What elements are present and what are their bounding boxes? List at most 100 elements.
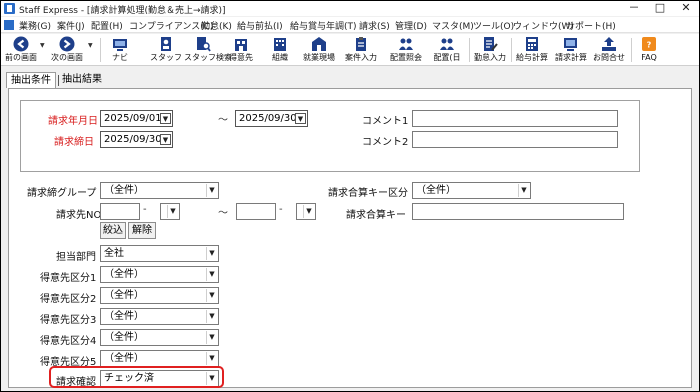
merge-key-class-value: （全件） <box>416 185 456 196</box>
customer-class4-value: （全件） <box>104 332 144 343</box>
billing-calc-label: 請求計算 <box>555 53 587 62</box>
chevron-down-icon[interactable]: ▼ <box>160 134 171 145</box>
forward-dropdown-icon[interactable]: ▼ <box>88 42 93 49</box>
menu-window[interactable]: ウィンドウ(W) <box>513 19 574 32</box>
menu-seikyu[interactable]: 請求(S) <box>359 19 390 32</box>
billing-close-date-picker[interactable]: 2025/09/30 ▼ <box>100 131 173 148</box>
comment1-field[interactable] <box>412 110 618 127</box>
chevron-down-icon[interactable]: ▼ <box>167 205 178 218</box>
workplace-icon <box>312 37 326 51</box>
staff-button[interactable]: スタッフ <box>149 35 183 65</box>
clear-button[interactable]: 解除 <box>128 222 156 239</box>
billing-month-from-picker[interactable]: 2025/09/01 ▼ <box>100 110 173 127</box>
customer-class3-label: 得意先区分3 <box>40 315 97 326</box>
merge-key-class-select[interactable]: （全件） ▼ <box>412 182 531 199</box>
billing-month-to-value: 2025/09/30 <box>239 113 297 124</box>
menu-kanri[interactable]: 管理(D) <box>395 19 427 32</box>
menu-app-icon <box>4 20 14 30</box>
inquiry-label: お問合せ <box>593 53 625 62</box>
tab-extract-conditions[interactable]: 抽出条件 <box>6 72 56 88</box>
menu-support[interactable]: サポート(H) <box>566 19 616 32</box>
billing-month-label: 請求年月日 <box>48 116 98 127</box>
narrow-button[interactable]: 絞込 <box>100 222 126 239</box>
maximize-button[interactable]: □ <box>647 1 673 16</box>
menu-kintai[interactable]: 勤怠(K) <box>201 19 232 32</box>
chevron-down-icon[interactable]: ▼ <box>295 113 306 124</box>
staff-search-icon <box>197 37 211 52</box>
menu-kyuyo-shoyo-nencho[interactable]: 給与賞与年調(T) <box>290 19 357 32</box>
customer-class2-select[interactable]: （全件） ▼ <box>100 287 219 304</box>
hyphen-separator: - <box>279 204 283 215</box>
close-group-value: （全件） <box>104 185 144 196</box>
organization-button[interactable]: 組織 <box>265 35 295 65</box>
placement-inquiry-button[interactable]: 配置照会 <box>386 35 426 65</box>
forward-button[interactable]: 次の画面 <box>48 35 86 65</box>
back-button[interactable]: 前の画面 <box>3 35 39 65</box>
customer-class3-select[interactable]: （全件） ▼ <box>100 308 219 325</box>
organization-icon <box>274 38 286 51</box>
menu-tool[interactable]: ツール(O) <box>473 19 514 32</box>
customer-class1-select[interactable]: （全件） ▼ <box>100 266 219 283</box>
billing-calc-button[interactable]: 請求計算 <box>552 35 590 65</box>
chevron-down-icon[interactable]: ▼ <box>206 268 217 281</box>
comment2-field[interactable] <box>412 131 618 148</box>
customer-class2-label: 得意先区分2 <box>40 294 97 305</box>
chevron-down-icon[interactable]: ▼ <box>206 184 217 197</box>
navi-button[interactable]: ナビ <box>106 35 134 65</box>
back-dropdown-icon[interactable]: ▼ <box>40 42 45 49</box>
faq-button[interactable]: ? FAQ <box>637 35 661 65</box>
tab-extract-results[interactable]: 抽出結果 <box>58 72 106 88</box>
billto-no-to-branch-select[interactable]: ▼ <box>296 203 316 220</box>
customer-button[interactable]: 得意先 <box>225 35 257 65</box>
window-title: Staff Express - [請求計算処理(勤怠＆売上→請求)] <box>19 6 226 16</box>
payroll-calc-icon <box>526 37 538 51</box>
workplace-button[interactable]: 就業現場 <box>299 35 339 65</box>
customer-class4-select[interactable]: （全件） ▼ <box>100 329 219 346</box>
job-entry-button[interactable]: 案件入力 <box>341 35 381 65</box>
back-label: 前の画面 <box>5 53 37 62</box>
navi-icon <box>113 39 127 51</box>
billto-no-from-branch-select[interactable]: ▼ <box>160 203 180 220</box>
payroll-calc-button[interactable]: 給与計算 <box>513 35 551 65</box>
forward-arrow-icon <box>59 36 75 52</box>
billto-range-separator: ～ <box>218 208 228 219</box>
toolbar-divider <box>631 38 632 62</box>
close-button[interactable]: ✕ <box>673 1 699 16</box>
customer-icon <box>235 39 247 51</box>
inquiry-button[interactable]: お問合せ <box>591 35 627 65</box>
attendance-entry-icon <box>484 37 498 51</box>
staff-search-button[interactable]: スタッフ検索 <box>184 35 232 65</box>
chevron-down-icon[interactable]: ▼ <box>206 247 217 260</box>
organization-label: 組織 <box>272 53 288 62</box>
menu-bar: 業務(G) 案件(J) 配置(H) コンプライアンス(C) 勤怠(K) 給与前払… <box>1 17 699 33</box>
billto-no-from-field[interactable] <box>100 203 140 220</box>
chevron-down-icon[interactable]: ▼ <box>206 331 217 344</box>
menu-kyuyo-maebarai[interactable]: 給与前払(I) <box>237 19 283 32</box>
menu-anken[interactable]: 案件(J) <box>57 19 85 32</box>
merge-key-class-label: 請求合算キー区分 <box>328 188 408 199</box>
billto-no-label: 請求先NO <box>56 210 102 221</box>
job-entry-label: 案件入力 <box>345 53 377 62</box>
close-group-select[interactable]: （全件） ▼ <box>100 182 219 199</box>
chevron-down-icon[interactable]: ▼ <box>303 205 314 218</box>
customer-class5-select[interactable]: （全件） ▼ <box>100 350 219 367</box>
menu-haichi[interactable]: 配置(H) <box>91 19 123 32</box>
customer-class5-value: （全件） <box>104 353 144 364</box>
placement-daily-button[interactable]: 配置(日 <box>429 35 465 65</box>
dept-value: 全社 <box>104 248 124 259</box>
chevron-down-icon[interactable]: ▼ <box>518 184 529 197</box>
minimize-button[interactable]: － <box>621 1 647 16</box>
chevron-down-icon[interactable]: ▼ <box>160 113 171 124</box>
chevron-down-icon[interactable]: ▼ <box>206 289 217 302</box>
dept-select[interactable]: 全社 ▼ <box>100 245 219 262</box>
merge-key-field[interactable] <box>412 203 624 220</box>
billing-month-to-picker[interactable]: 2025/09/30 ▼ <box>235 110 308 127</box>
billto-no-to-field[interactable] <box>236 203 276 220</box>
close-group-label: 請求締グループ <box>27 188 97 199</box>
job-entry-icon <box>356 37 366 51</box>
chevron-down-icon[interactable]: ▼ <box>206 310 217 323</box>
attendance-entry-button[interactable]: 勤怠入力 <box>471 35 509 65</box>
menu-gyomu[interactable]: 業務(G) <box>19 19 51 32</box>
menu-master[interactable]: マスタ(M) <box>432 19 474 32</box>
chevron-down-icon[interactable]: ▼ <box>206 352 217 365</box>
